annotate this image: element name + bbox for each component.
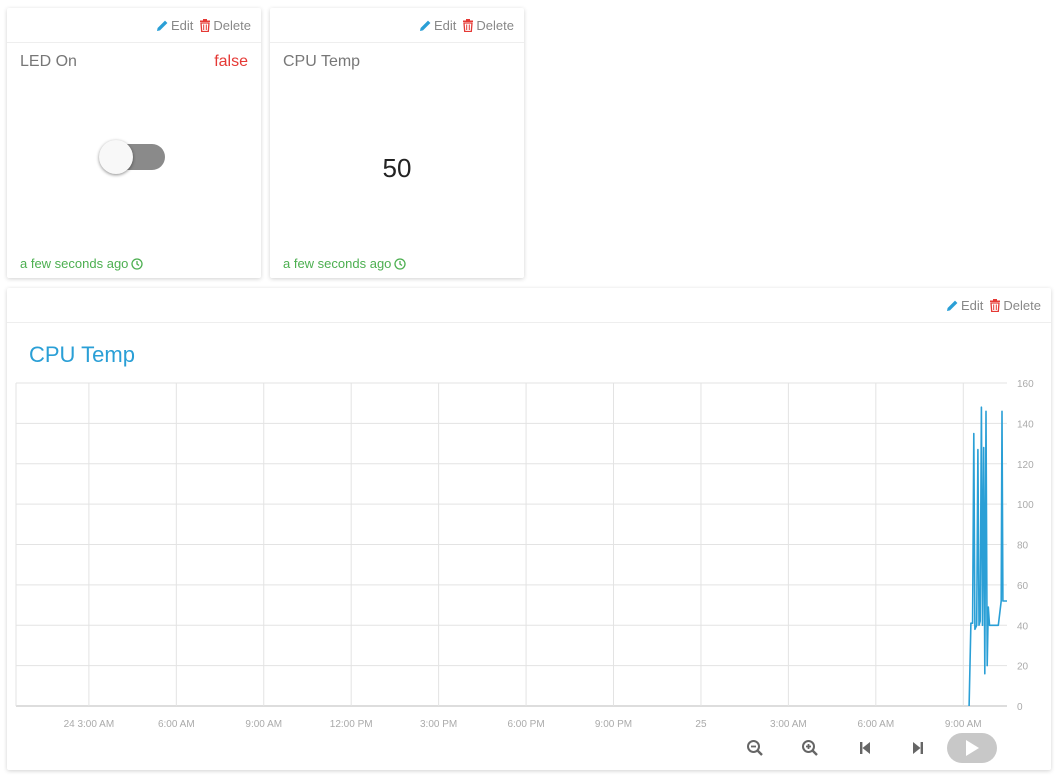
- cpu-temp-widget-card: Edit Delete CPU Temp 50 a few seconds ag…: [270, 8, 524, 278]
- skip-forward-icon: [913, 742, 923, 754]
- led-toggle-switch[interactable]: [99, 140, 165, 174]
- widget-header: Edit Delete: [270, 8, 524, 43]
- clock-icon: [131, 257, 144, 270]
- skip-back-button[interactable]: [852, 735, 878, 761]
- skip-forward-button[interactable]: [905, 735, 931, 761]
- play-button[interactable]: [947, 733, 997, 763]
- zoom-in-button[interactable]: [797, 735, 823, 761]
- delete-label: Delete: [213, 17, 251, 33]
- widget-title: CPU Temp: [283, 53, 361, 70]
- pencil-icon: [947, 300, 958, 311]
- edit-label: Edit: [961, 297, 984, 313]
- widget-header: Edit Delete: [7, 288, 1051, 323]
- delete-button[interactable]: Delete: [989, 298, 1041, 313]
- led-widget-card: Edit Delete LED On false a few seconds a…: [7, 8, 261, 278]
- led-status-value: false: [214, 53, 248, 70]
- trash-icon: [463, 18, 474, 32]
- zoom-out-icon: [747, 740, 763, 756]
- cpu-temp-value: 50: [382, 153, 412, 183]
- clock-icon: [394, 257, 407, 270]
- trash-icon: [990, 298, 1001, 312]
- widget-timestamp: a few seconds ago: [283, 256, 407, 271]
- toggle-knob: [99, 140, 133, 174]
- cpu-temp-chart-card: Edit Delete CPU Temp: [7, 288, 1051, 770]
- edit-button[interactable]: Edit: [946, 298, 983, 313]
- chart-title: CPU Temp: [29, 342, 135, 367]
- zoom-in-icon: [802, 740, 818, 756]
- delete-button[interactable]: Delete: [199, 18, 251, 33]
- trash-icon: [200, 18, 211, 32]
- zoom-out-button[interactable]: [742, 735, 768, 761]
- pencil-icon: [157, 20, 168, 31]
- edit-label: Edit: [171, 17, 194, 33]
- delete-label: Delete: [1003, 297, 1041, 313]
- edit-button[interactable]: Edit: [156, 18, 193, 33]
- skip-back-icon: [860, 742, 870, 754]
- delete-label: Delete: [476, 17, 514, 33]
- widget-title: LED On: [20, 53, 77, 70]
- timestamp-text: a few seconds ago: [20, 256, 129, 271]
- pencil-icon: [420, 20, 431, 31]
- widget-timestamp: a few seconds ago: [20, 256, 144, 271]
- edit-label: Edit: [434, 17, 457, 33]
- edit-button[interactable]: Edit: [419, 18, 456, 33]
- timestamp-text: a few seconds ago: [283, 256, 392, 271]
- widget-header: Edit Delete: [7, 8, 261, 43]
- delete-button[interactable]: Delete: [462, 18, 514, 33]
- play-icon: [966, 740, 979, 756]
